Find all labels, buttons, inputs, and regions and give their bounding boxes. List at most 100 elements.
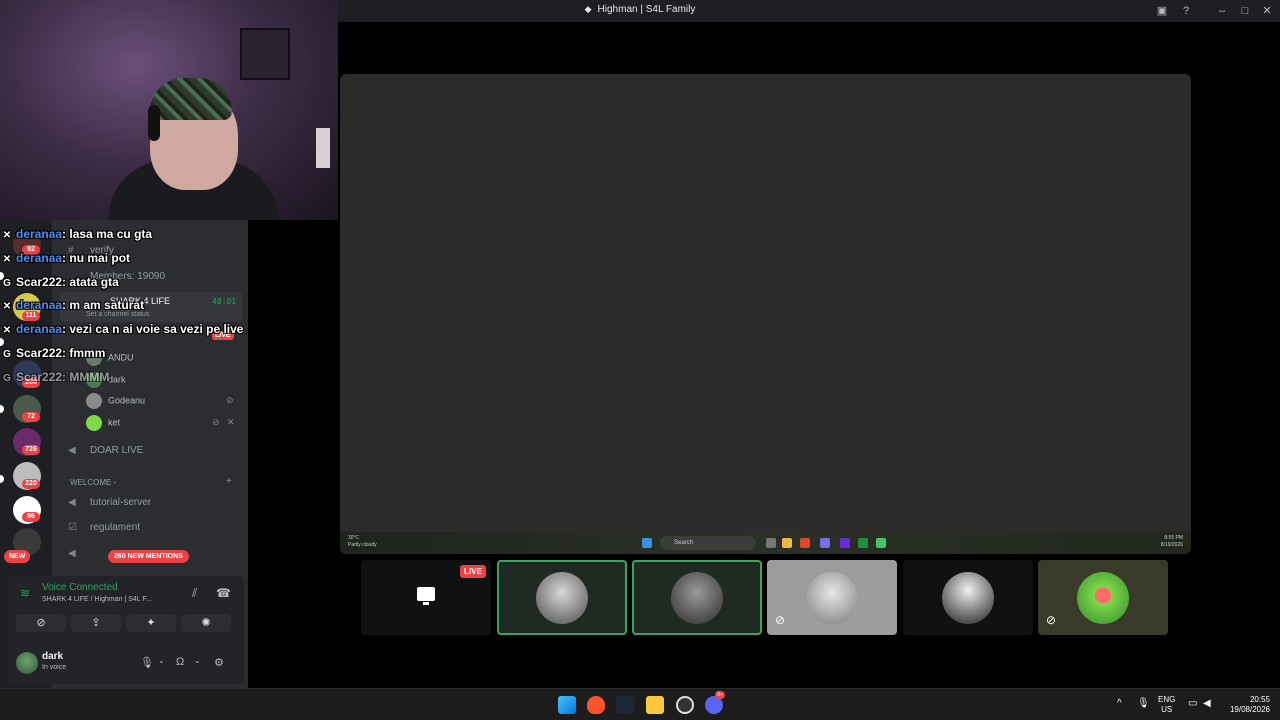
windows-start-icon[interactable] [558,696,576,714]
noise-suppression-icon[interactable]: ⫽ [192,586,197,601]
mic-muted-icon: ⊘ [775,613,786,627]
channel-status-hint[interactable]: Set a channel status [86,311,149,318]
gg-icon: G [3,278,11,289]
user-name: dark [42,651,64,662]
chat-message: G Scar222: fmmm [0,346,105,360]
help-icon[interactable]: ? [1177,3,1195,19]
live-badge: LIVE [460,565,486,578]
mic-muted-icon: ⊘ [226,395,234,405]
member-avatar [86,415,102,431]
discord-badge: 9+ [715,691,725,699]
headset [148,105,160,141]
sword-icon: ✕ [2,254,12,265]
voice-timer: 48:01 [212,297,237,306]
volume-icon[interactable]: ◀ [1203,698,1211,709]
chat-message: ✕ deranaa: nu mai pot [0,251,130,265]
file-explorer-icon[interactable] [646,696,664,714]
checkbox-icon: ☑ [68,522,77,533]
discord-icon [820,538,830,548]
chat-message: ✕ deranaa: vezi ca n ai voie sa vezi pe l… [0,322,244,336]
mention-badge: 220 [22,479,40,489]
new-mentions-pill[interactable]: 260 NEW MENTIONS [108,550,189,563]
activities-button[interactable]: ✦ [126,614,176,632]
participant-avatar [1077,571,1129,624]
mention-badge: 111 [22,311,40,321]
megaphone-icon: ◀ [68,548,76,559]
add-channel-icon[interactable]: + [226,476,232,487]
brave-icon[interactable] [587,696,605,714]
shark-icon: ◆ [584,4,592,14]
new-pill[interactable]: NEW [4,550,31,563]
tile-user-4[interactable] [903,560,1033,635]
channel-doar-live[interactable]: ◀ DOAR LIVE [68,445,143,456]
chat-message: ✕ deranaa: lasa ma cu gta [0,227,152,241]
category-welcome[interactable]: WELCOME - [70,478,116,487]
obs-icon[interactable] [676,696,694,714]
chat-message: ✕ deranaa: m am saturat [0,298,144,312]
channel-tutorial-server[interactable]: ◀ tutorial-server [68,497,151,508]
member-avatar [86,393,102,409]
sword-icon: ✕ [2,325,12,336]
gear-icon[interactable]: ⚙ [214,656,224,669]
shared-screen-taskbar: 30°C Partly cloudy Search 8:55 PM 8/19/2… [340,532,1191,554]
chevron-down-icon[interactable]: ⌄ [194,656,201,665]
camera-off-button[interactable]: ⊘ [16,614,66,632]
steam-icon[interactable] [616,696,634,714]
voice-channel-path[interactable]: SHARK 4 LIFE / Highman | S4L F... [42,596,152,603]
signal-icon[interactable]: ≋ [20,586,30,600]
speaker-icon: ◀ [68,445,76,456]
minimize-button[interactable]: – [1213,3,1231,19]
gg-icon: G [3,349,11,360]
inbox-icon[interactable]: ▣ [1153,3,1171,19]
folder-icon [782,538,792,548]
deafened-icon: ✕ [227,417,235,427]
network-icon[interactable]: ▭ [1188,698,1197,709]
tile-user-2[interactable] [632,560,762,635]
mention-badge: 726 [22,445,40,455]
screenshare-view[interactable]: 30°C Partly cloudy Search 8:55 PM 8/19/2… [340,74,1191,554]
gg-icon: G [3,373,11,384]
headphones-icon[interactable]: Ω [176,656,184,668]
soundboard-button[interactable]: ✺ [181,614,231,632]
avatar[interactable] [16,652,38,674]
mic-icon[interactable]: 🎙 [140,656,154,669]
participant-avatar [671,571,723,624]
tile-user-5[interactable]: ⊘ [1038,560,1168,635]
shared-search-box: Search [660,536,756,550]
excel-icon [858,538,868,548]
chevron-down-icon[interactable]: ⌄ [158,656,165,665]
brave-icon [800,538,810,548]
task-view-icon [766,538,776,548]
mention-badge: 72 [22,412,40,422]
screen-share-button[interactable]: ⇪ [71,614,121,632]
voice-member[interactable]: Godeanu [86,393,145,409]
chat-message: G Scar222: MMMM [0,370,109,384]
disconnect-icon[interactable]: ☎ [216,586,231,600]
chevron-up-icon[interactable]: ^ [1117,698,1122,709]
voice-panel: ≋ Voice Connected SHARK 4 LIFE / Highman… [8,576,244,684]
voice-status[interactable]: Voice Connected [42,582,118,593]
app-icon-2 [876,538,886,548]
sword-icon: ✕ [2,230,12,241]
shared-weather: 30°C Partly cloudy [348,535,377,548]
participant-avatar [806,571,858,624]
voice-member[interactable]: ket [86,415,120,431]
channel-regulament[interactable]: ☑ regulament [68,522,140,533]
language-indicator[interactable]: ENG US [1158,695,1175,715]
windows-start-icon [642,538,652,548]
megaphone-icon: ◀ [68,497,76,508]
chat-message: G Scar222: atata gta [0,275,119,289]
sword-icon: ✕ [2,301,12,312]
os-taskbar: 9+ ^ 🎙 ENG US ▭ ◀ 20:55 19/08/2026 [0,688,1280,720]
system-clock[interactable]: 20:55 19/08/2026 [1222,695,1270,715]
channel-hidden[interactable]: ◀ [68,548,90,559]
mic-icon[interactable]: 🎙 [1137,698,1150,709]
close-button[interactable]: ✕ [1258,3,1276,19]
mic-muted-icon: ⊘ [1046,613,1057,627]
tile-user-1[interactable] [497,560,627,635]
wall-shelf [316,128,330,168]
screen-share-icon [417,587,435,605]
webcam-feed [0,0,338,220]
maximize-button[interactable]: □ [1236,3,1254,19]
tile-user-3[interactable]: ⊘ [767,560,897,635]
